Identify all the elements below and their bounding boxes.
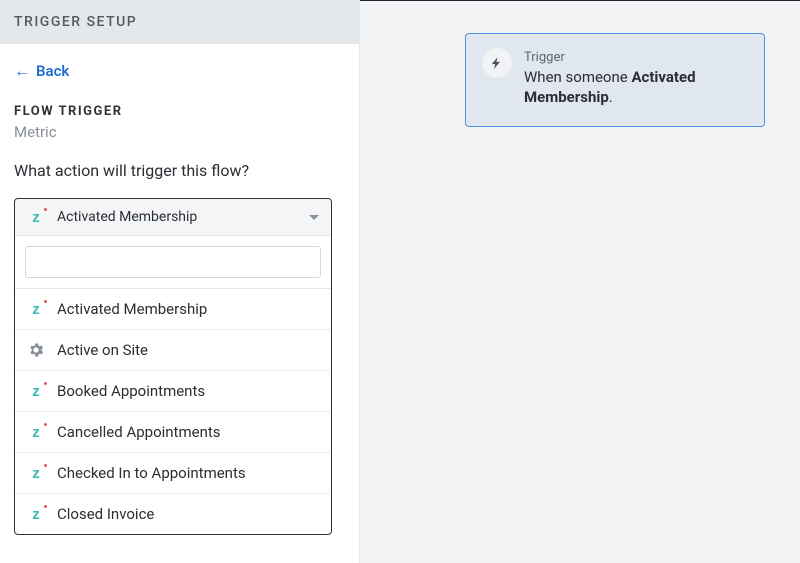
trigger-card[interactable]: Trigger When someone Activated Membershi… [465,33,765,127]
z-icon [27,302,45,316]
dropdown-option-label: Cancelled Appointments [57,423,221,441]
section-title: FLOW TRIGGER [14,104,345,119]
dropdown-option-label: Checked In to Appointments [57,464,246,482]
dropdown-option[interactable]: Closed Invoice [15,494,331,534]
z-icon [27,466,45,480]
dropdown-option-label: Activated Membership [57,300,207,318]
dropdown-option-label: Active on Site [57,341,148,359]
trigger-desc-suffix: . [609,88,613,106]
dropdown-options: Activated Membership Active on Site Book… [15,289,331,534]
back-button[interactable]: ← Back [14,62,69,80]
chevron-down-icon [309,215,319,220]
z-icon [27,507,45,521]
dropdown-option[interactable]: Cancelled Appointments [15,412,331,453]
dropdown-option-label: Booked Appointments [57,382,205,400]
dropdown-selected-label: Activated Membership [57,209,197,225]
trigger-card-desc: When someone Activated Membership. [524,67,748,108]
dropdown-option[interactable]: Checked In to Appointments [15,453,331,494]
trigger-metric-dropdown[interactable]: Activated Membership Activated Membershi… [14,198,332,535]
panel-title: TRIGGER SETUP [14,14,137,30]
left-panel: TRIGGER SETUP ← Back FLOW TRIGGER Metric… [0,0,360,563]
canvas: Trigger When someone Activated Membershi… [360,0,800,563]
dropdown-option-label: Closed Invoice [57,505,154,523]
back-label: Back [36,62,69,80]
app-root: TRIGGER SETUP ← Back FLOW TRIGGER Metric… [0,0,800,563]
back-arrow-icon: ← [14,63,30,79]
z-icon [27,210,45,224]
trigger-desc-prefix: When someone [524,68,631,86]
z-icon [27,425,45,439]
dropdown-selected[interactable]: Activated Membership [15,199,331,236]
trigger-card-label: Trigger [524,50,748,65]
lightning-icon [482,48,512,78]
panel-content: ← Back FLOW TRIGGER Metric What action w… [0,44,359,535]
panel-header: TRIGGER SETUP [0,0,359,44]
dropdown-search-wrap [15,236,331,289]
dropdown-option[interactable]: Booked Appointments [15,371,331,412]
trigger-card-text: Trigger When someone Activated Membershi… [524,48,748,108]
section-sub: Metric [14,123,345,141]
dropdown-option[interactable]: Activated Membership [15,289,331,330]
trigger-question: What action will trigger this flow? [14,161,345,180]
dropdown-search-input[interactable] [25,246,321,278]
z-icon [27,384,45,398]
dropdown-option[interactable]: Active on Site [15,330,331,371]
gear-icon [27,341,45,359]
